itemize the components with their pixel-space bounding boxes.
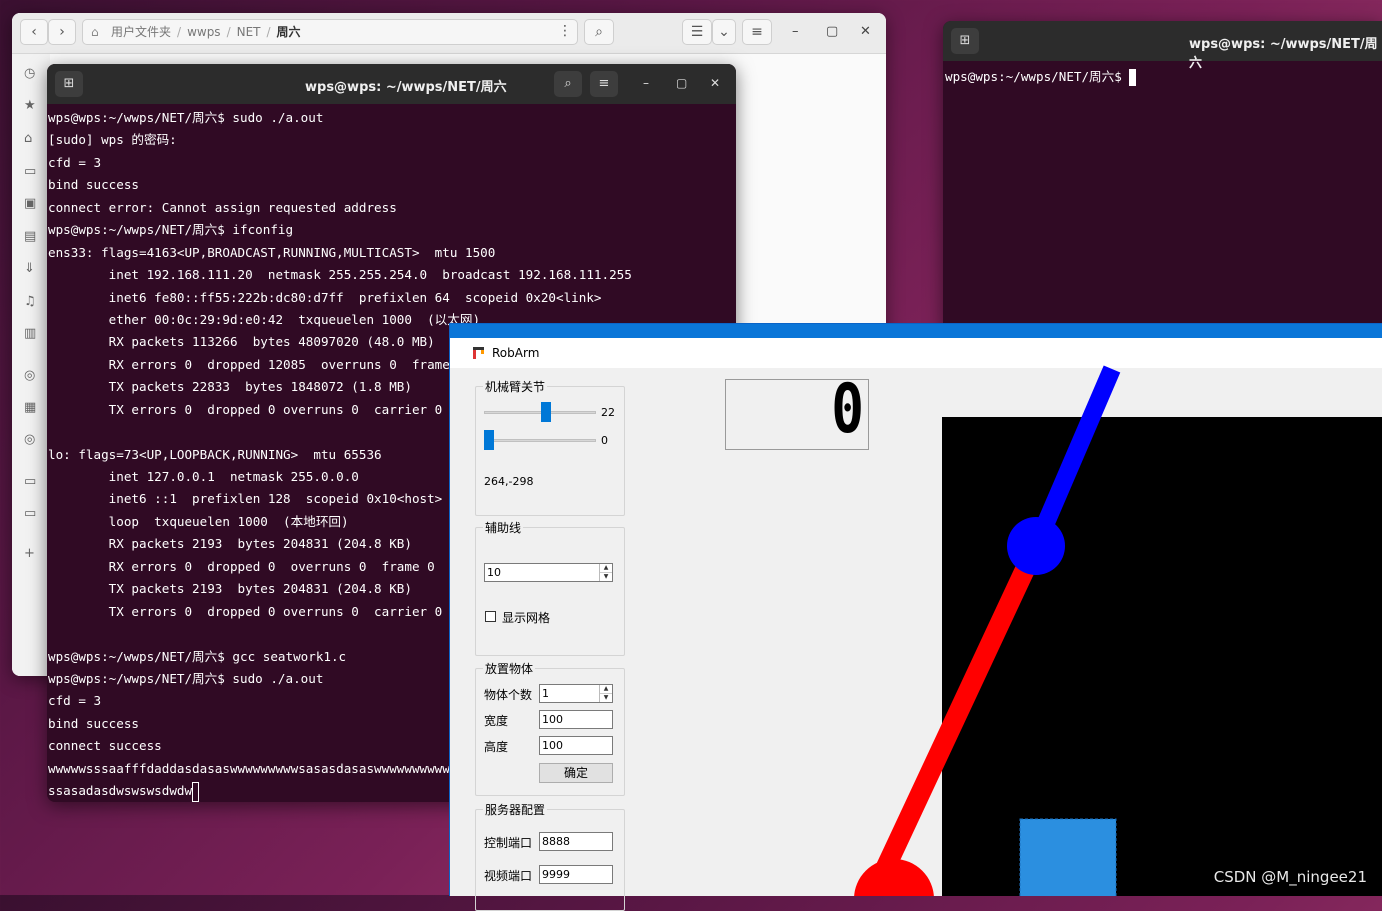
terminal-line: wps@wps:~/wwps/NET/周六$ sudo ./a.out [48, 110, 324, 125]
home-icon: ⌂ [91, 25, 99, 39]
terminal-line: wps@wps:~/wwps/NET/周六$ ifconfig [48, 222, 294, 238]
terminal-cursor [1129, 69, 1137, 86]
files-headerbar: ‹ › ⌂ 用户文件夹 / wwps / NET / 周六 ⋮ ⌕ ☰ ⌄ ≡ – ▢ ✕ [12, 13, 886, 54]
downloads-icon[interactable]: ⇓ [24, 261, 35, 276]
minimize-button[interactable]: – [792, 24, 799, 39]
close-button[interactable]: ✕ [710, 76, 720, 90]
desktop-icon[interactable]: ▭ [24, 164, 36, 179]
menu-button[interactable]: ≡ [742, 19, 772, 45]
new-tab-button[interactable]: ⊞ [951, 28, 979, 54]
base-joint[interactable] [854, 859, 934, 896]
terminal-cursor [192, 781, 200, 802]
trash-icon[interactable]: ▥ [24, 326, 36, 341]
terminal-window-right: ⊞ wps@wps: ~/wwps/NET/周六 wps@wps:~/wwps/… [943, 21, 1382, 331]
disc2-icon[interactable]: ◎ [24, 432, 35, 447]
hamburger-icon: ≡ [751, 24, 763, 40]
list-icon: ☰ [690, 24, 704, 40]
terminal-line: [sudo] wps 的密码: [48, 132, 177, 148]
terminal-line: connect error: Cannot assign requested a… [48, 199, 397, 215]
search-button[interactable]: ⌕ [554, 71, 582, 97]
new-tab-button[interactable]: ⊞ [55, 71, 83, 97]
terminal-line: bind success [48, 177, 139, 193]
new-tab-icon: ⊞ [63, 76, 75, 91]
minimize-button[interactable]: – [643, 76, 649, 90]
menu-button[interactable]: ≡ [590, 71, 618, 97]
placed-object[interactable] [1019, 818, 1117, 896]
starred-icon[interactable]: ★ [24, 98, 36, 113]
terminal-main-title: wps@wps: ~/wwps/NET/周六 [305, 80, 507, 95]
terminal-line: ens33: flags=4163<UP,BROADCAST,RUNNING,M… [48, 244, 496, 260]
arm-canvas [854, 365, 1382, 896]
watermark: CSDN @M_ningee21 [1213, 868, 1367, 886]
chevron-down-icon: ⌄ [718, 24, 730, 40]
maximize-button[interactable]: ▢ [826, 24, 838, 39]
terminal-line: cfd = 3 [48, 154, 102, 170]
search-button[interactable]: ⌕ [584, 19, 614, 45]
hamburger-icon: ≡ [598, 76, 610, 91]
robarm-window: RobArm 机械臂关节 22 0 264,-298 辅助线 10 ▲ ▼ 显示网… [449, 323, 1382, 911]
terminal-right-header: ⊞ wps@wps: ~/wwps/NET/周六 [943, 21, 1382, 71]
add-location-icon[interactable]: + [24, 546, 35, 561]
path-seg-wwps[interactable]: wwps [187, 25, 221, 39]
drive-icon[interactable]: ▦ [24, 400, 36, 415]
home-folder-icon[interactable]: ⌂ [24, 131, 32, 146]
terminal-right-prompt: wps@wps:~/wwps/NET/周六$ [945, 69, 1130, 84]
forward-button[interactable]: › [48, 19, 76, 45]
path-menu-button[interactable]: ⋮ [552, 19, 578, 45]
canvas-background[interactable] [942, 417, 1382, 896]
path-bar[interactable]: ⌂ 用户文件夹 / wwps / NET / 周六 [82, 19, 578, 45]
elbow-joint[interactable] [1007, 517, 1065, 575]
terminal-right-title: wps@wps: ~/wwps/NET/周六 [1189, 37, 1378, 71]
terminal-main-header: ⊞ wps@wps: ~/wwps/NET/周六 ⌕ ≡ – ▢ ✕ [47, 64, 736, 104]
terminal-line: inet 192.168.111.20 netmask 255.255.254.… [48, 267, 632, 283]
new-tab-icon: ⊞ [959, 33, 971, 48]
folder2-icon[interactable]: ▭ [24, 506, 36, 521]
search-icon: ⌕ [564, 76, 572, 91]
documents-icon[interactable]: ▤ [24, 229, 36, 244]
music-icon[interactable]: ♫ [24, 294, 36, 309]
files-sidebar: ◷ ★ ⌂ ▭ ▣ ▤ ⇓ ♫ ▥ ◎ ▦ ◎ ▭ ▭ + [12, 54, 50, 676]
search-icon: ⌕ [595, 24, 603, 40]
pictures-icon[interactable]: ▣ [24, 196, 36, 211]
path-seg-current[interactable]: 周六 [277, 25, 301, 39]
back-button[interactable]: ‹ [20, 19, 48, 45]
folder-icon[interactable]: ▭ [24, 474, 36, 489]
disc-icon[interactable]: ◎ [24, 368, 35, 383]
path-seg-home[interactable]: 用户文件夹 [111, 25, 171, 39]
maximize-button[interactable]: ▢ [676, 76, 687, 90]
list-view-button[interactable]: ☰ [682, 19, 712, 45]
dots-icon: ⋮ [558, 23, 572, 39]
close-button[interactable]: ✕ [860, 24, 871, 39]
path-seg-net[interactable]: NET [237, 25, 261, 39]
terminal-line: inet6 fe80::ff55:222b:dc80:d7ff prefixle… [48, 289, 602, 305]
recent-icon[interactable]: ◷ [24, 66, 35, 81]
view-options-button[interactable]: ⌄ [712, 19, 736, 45]
